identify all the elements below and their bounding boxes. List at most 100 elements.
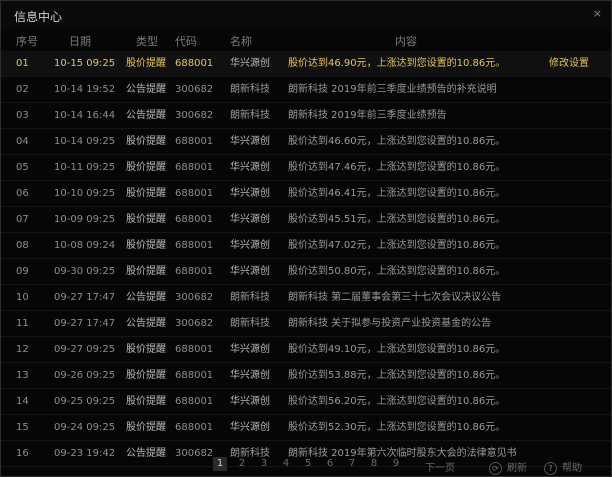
row-type: 股价提醒 [126,214,166,225]
page-number-2[interactable]: 2 [235,457,249,471]
row-seq: 04 [16,136,29,147]
row-code: 300682 [175,84,214,95]
row-name: 朗新科技 [230,292,270,303]
row-type: 股价提醒 [126,422,166,433]
table-header: 序号 日期 类型 代码 名称 内容 [1,29,611,52]
table-row[interactable]: 03 10-14 16:44 公告提醒 300682 朗新科技 朗新科技 2019年前三季… [1,103,611,129]
row-code: 300682 [175,110,214,121]
table-row[interactable]: 04 10-14 09:25 股价提醒 688001 华兴源创 股价达到46.60元，上涨… [1,129,611,155]
row-content: 股价达到56.20元，上涨达到您设置的10.86元。 [288,396,506,407]
row-content: 股价达到45.51元，上涨达到您设置的10.86元。 [288,214,506,225]
row-seq: 06 [16,188,29,199]
row-name: 华兴源创 [230,240,270,251]
row-date: 09-27 17:47 [54,318,116,329]
row-code: 300682 [175,318,214,329]
page-number-1[interactable]: 1 [213,457,227,471]
table-row[interactable]: 02 10-14 19:52 公告提醒 300682 朗新科技 朗新科技 2019年前三季… [1,77,611,103]
table-row[interactable]: 10 09-27 17:47 公告提醒 300682 朗新科技 朗新科技 第二届董事会第三… [1,285,611,311]
row-seq: 08 [16,240,29,251]
table-row[interactable]: 01 10-15 09:25 股价提醒 688001 华兴源创 股价达到46.90元，上涨… [1,51,611,77]
row-date: 09-24 09:25 [54,422,116,433]
row-code: 688001 [175,422,214,433]
row-seq: 10 [16,292,29,303]
row-type: 股价提醒 [126,370,166,381]
table-row[interactable]: 13 09-26 09:25 股价提醒 688001 华兴源创 股价达到53.88元，上涨… [1,363,611,389]
pagination: 123456789 [213,457,411,471]
row-code: 688001 [175,58,214,69]
row-seq: 01 [16,58,29,69]
help-label: 帮助 [562,463,582,474]
table-row[interactable]: 08 10-08 09:24 股价提醒 688001 华兴源创 股价达到47.02元，上涨… [1,233,611,259]
row-content: 股价达到47.46元，上涨达到您设置的10.86元。 [288,162,506,173]
row-type: 股价提醒 [126,266,166,277]
row-code: 300682 [175,292,214,303]
row-content: 朗新科技 2019年前三季度业绩预告 [288,110,447,121]
row-type: 股价提醒 [126,58,166,69]
table-row[interactable]: 07 10-09 09:25 股价提醒 688001 华兴源创 股价达到45.51元，上涨… [1,207,611,233]
page-number-8[interactable]: 8 [367,457,381,471]
row-seq: 14 [16,396,29,407]
row-date: 09-30 09:25 [54,266,116,277]
row-date: 10-14 16:44 [54,110,116,121]
help-icon: ? [544,462,557,475]
row-name: 朗新科技 [230,84,270,95]
table-row[interactable]: 14 09-25 09:25 股价提醒 688001 华兴源创 股价达到56.20元，上涨… [1,389,611,415]
row-date: 09-25 09:25 [54,396,116,407]
table-row[interactable]: 15 09-24 09:25 股价提醒 688001 华兴源创 股价达到52.30元，上涨… [1,415,611,441]
row-type: 股价提醒 [126,240,166,251]
column-header-name[interactable]: 名称 [230,33,252,49]
row-content: 朗新科技 2019年前三季度业绩预告的补充说明 [288,84,497,95]
row-type: 股价提醒 [126,162,166,173]
table-row[interactable]: 06 10-10 09:25 股价提醒 688001 华兴源创 股价达到46.41元，上涨… [1,181,611,207]
table-row[interactable]: 12 09-27 09:25 股价提醒 688001 华兴源创 股价达到49.10元，上涨… [1,337,611,363]
row-date: 10-14 19:52 [54,84,116,95]
row-type: 股价提醒 [126,396,166,407]
page-number-4[interactable]: 4 [279,457,293,471]
row-type: 公告提醒 [126,84,166,95]
column-header-seq[interactable]: 序号 [16,33,38,49]
row-name: 华兴源创 [230,344,270,355]
row-date: 10-10 09:25 [54,188,116,199]
page-number-9[interactable]: 9 [389,457,403,471]
row-date: 10-14 09:25 [54,136,116,147]
row-content: 股价达到49.10元，上涨达到您设置的10.86元。 [288,344,506,355]
close-icon[interactable]: × [593,7,602,20]
page-number-5[interactable]: 5 [301,457,315,471]
row-name: 华兴源创 [230,370,270,381]
row-seq: 15 [16,422,29,433]
row-name: 华兴源创 [230,214,270,225]
row-code: 688001 [175,396,214,407]
page-number-3[interactable]: 3 [257,457,271,471]
next-page-button[interactable]: 下一页 [425,459,455,474]
column-header-date[interactable]: 日期 [69,33,91,49]
table-row[interactable]: 11 09-27 17:47 公告提醒 300682 朗新科技 朗新科技 关于拟参与投资产… [1,311,611,337]
page-number-7[interactable]: 7 [345,457,359,471]
info-center-window: 信息中心 × 序号 日期 类型 代码 名称 内容 01 10-15 09:25 股价… [0,0,612,477]
row-code: 688001 [175,162,214,173]
row-content: 朗新科技 第二届董事会第三十七次会议决议公告 [288,292,502,303]
message-list: 01 10-15 09:25 股价提醒 688001 华兴源创 股价达到46.90元，上涨… [1,51,611,467]
page-number-6[interactable]: 6 [323,457,337,471]
modify-settings-link[interactable]: 修改设置 [549,51,589,76]
window-title: 信息中心 [14,10,63,24]
help-button[interactable]: ? 帮助 [544,459,582,475]
column-header-content[interactable]: 内容 [395,33,417,49]
row-seq: 02 [16,84,29,95]
row-name: 华兴源创 [230,136,270,147]
row-type: 股价提醒 [126,136,166,147]
table-row[interactable]: 05 10-11 09:25 股价提醒 688001 华兴源创 股价达到47.46元，上涨… [1,155,611,181]
row-name: 朗新科技 [230,110,270,121]
row-seq: 03 [16,110,29,121]
row-content: 股价达到52.30元，上涨达到您设置的10.86元。 [288,422,506,433]
column-header-type[interactable]: 类型 [136,33,158,49]
column-header-code[interactable]: 代码 [175,33,197,49]
row-content: 股价达到46.90元，上涨达到您设置的10.86元。 [288,58,506,69]
row-code: 688001 [175,136,214,147]
table-row[interactable]: 09 09-30 09:25 股价提醒 688001 华兴源创 股价达到50.80元，上涨… [1,259,611,285]
row-code: 688001 [175,266,214,277]
row-seq: 09 [16,266,29,277]
row-name: 华兴源创 [230,58,270,69]
row-name: 华兴源创 [230,396,270,407]
refresh-button[interactable]: ⟳ 刷新 [489,459,527,475]
row-code: 688001 [175,344,214,355]
